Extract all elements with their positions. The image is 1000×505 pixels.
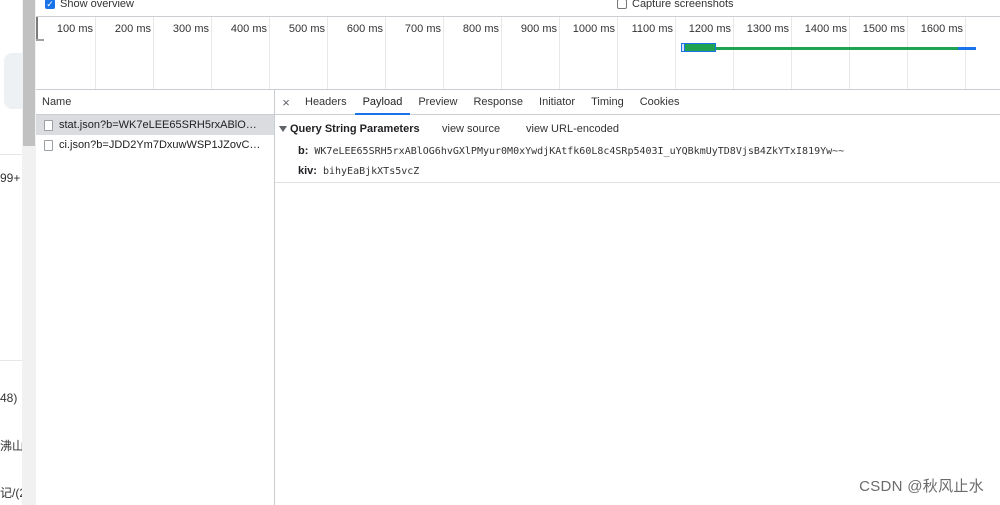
param-key: kiv: (298, 165, 317, 177)
request-row[interactable]: ci.json?b=JDD2Ym7DxuwWSP1JZovCbgp... (36, 135, 274, 155)
page-text-fragment: 99+ (0, 171, 21, 185)
capture-screenshots-label: Capture screenshots (632, 0, 734, 10)
query-string-section-header[interactable]: Query String Parameters view source view… (279, 121, 1000, 137)
overview-tick (559, 17, 560, 89)
show-overview-toggle[interactable]: ✓ Show overview (45, 0, 134, 10)
overview-request-bar (716, 47, 958, 50)
overview-selection-handle[interactable] (681, 43, 685, 52)
overview-tick-label: 1500 ms (862, 23, 905, 35)
request-name: stat.json?b=WK7eLEE65SRH5rxABlOG6hv... (59, 119, 264, 131)
overview-tick (965, 17, 966, 89)
page-card-fragment (4, 53, 22, 109)
tab-initiator[interactable]: Initiator (531, 90, 583, 114)
scrollbar-thumb[interactable] (23, 0, 35, 146)
param-value: WK7eLEE65SRH5rxABlOG6hvGXlPMyur0M0xYwdjK… (314, 145, 845, 157)
request-list: Name stat.json?b=WK7eLEE65SRH5rxABlOG6hv… (36, 90, 275, 505)
overview-tick-label: 1000 ms (572, 23, 615, 35)
overview-tick-label: 600 ms (346, 23, 383, 35)
tab-response[interactable]: Response (465, 90, 531, 114)
overview-tick-label: 900 ms (520, 23, 557, 35)
overview-tick (327, 17, 328, 89)
query-param: b: WK7eLEE65SRH5rxABlOG6hvGXlPMyur0M0xYw… (298, 141, 1000, 161)
details-tab-bar: × Headers Payload Preview Response Initi… (275, 90, 1000, 115)
overview-tick (211, 17, 212, 89)
overview-tick (501, 17, 502, 89)
overview-tick (443, 17, 444, 89)
overview-tick-label: 100 ms (56, 23, 93, 35)
overview-request-bar (958, 47, 976, 50)
param-value: bihyEaBjkXTs5vcZ (322, 165, 420, 177)
section-divider (275, 182, 1000, 183)
overview-tick-label: 800 ms (462, 23, 499, 35)
overview-tick (385, 17, 386, 89)
overview-tick-label: 300 ms (172, 23, 209, 35)
overview-tick-label: 1300 ms (746, 23, 789, 35)
tab-payload[interactable]: Payload (354, 90, 411, 115)
overview-tick-label: 1600 ms (920, 23, 963, 35)
param-key: b: (298, 145, 309, 157)
csdn-watermark: CSDN @秋风止水 (859, 478, 984, 495)
overview-tick (791, 17, 792, 89)
tab-timing[interactable]: Timing (583, 90, 632, 114)
overview-tick-label: 200 ms (114, 23, 151, 35)
overview-left-handle[interactable] (36, 17, 41, 41)
payload-view: Query String Parameters view source view… (275, 115, 1000, 181)
overview-tick (617, 17, 618, 89)
checkbox-checked-icon[interactable]: ✓ (45, 0, 55, 9)
overview-tick (675, 17, 676, 89)
close-icon[interactable]: × (275, 90, 297, 114)
overview-tick (95, 17, 96, 89)
checkbox-unchecked-icon[interactable] (617, 0, 627, 9)
page-scrollbar[interactable] (22, 0, 36, 505)
overview-tick-label: 400 ms (230, 23, 267, 35)
overview-tick-label: 1100 ms (631, 23, 673, 35)
devtools-network-panel: ✓ Show overview Capture screenshots 100 … (36, 0, 1000, 505)
request-row[interactable]: stat.json?b=WK7eLEE65SRH5rxABlOG6hv... (36, 115, 274, 135)
page-text-fragment: 48) (0, 391, 18, 405)
view-url-encoded-link[interactable]: view URL-encoded (526, 123, 619, 135)
tab-preview[interactable]: Preview (410, 90, 465, 114)
request-details: × Headers Payload Preview Response Initi… (275, 90, 1000, 505)
overview-tick-label: 1200 ms (688, 23, 731, 35)
show-overview-label: Show overview (60, 0, 134, 10)
file-icon (44, 139, 53, 151)
query-param: kiv: bihyEaBjkXTs5vcZ (298, 161, 1000, 181)
overview-tick-label: 500 ms (288, 23, 325, 35)
triangle-down-icon[interactable] (279, 126, 287, 132)
overview-tick (733, 17, 734, 89)
page-behind-devtools: 99+ 48) 沸山 记/(2( (0, 0, 23, 505)
overview-tick (153, 17, 154, 89)
name-column-header[interactable]: Name (36, 90, 274, 115)
view-source-link[interactable]: view source (442, 123, 524, 135)
capture-screenshots-toggle[interactable]: Capture screenshots (617, 0, 734, 10)
file-icon (44, 119, 53, 131)
page-text-fragment: 沸山 (0, 439, 23, 453)
overview-tick-label: 1400 ms (804, 23, 847, 35)
tab-headers[interactable]: Headers (297, 90, 355, 114)
tab-cookies[interactable]: Cookies (632, 90, 688, 114)
page-text-fragment: 记/(2( (0, 486, 22, 500)
overview-tick (907, 17, 908, 89)
overview-tick (269, 17, 270, 89)
timeline-overview[interactable]: 100 ms 200 ms 300 ms 400 ms 500 ms 600 ms 700 … (36, 16, 1000, 90)
overview-tick-label: 700 ms (404, 23, 441, 35)
overview-tick (849, 17, 850, 89)
network-settings-toolbar: ✓ Show overview Capture screenshots (36, 0, 1000, 14)
section-title: Query String Parameters (290, 123, 420, 135)
request-name: ci.json?b=JDD2Ym7DxuwWSP1JZovCbgp... (59, 139, 264, 151)
overview-selected-request-bar[interactable] (682, 43, 716, 52)
